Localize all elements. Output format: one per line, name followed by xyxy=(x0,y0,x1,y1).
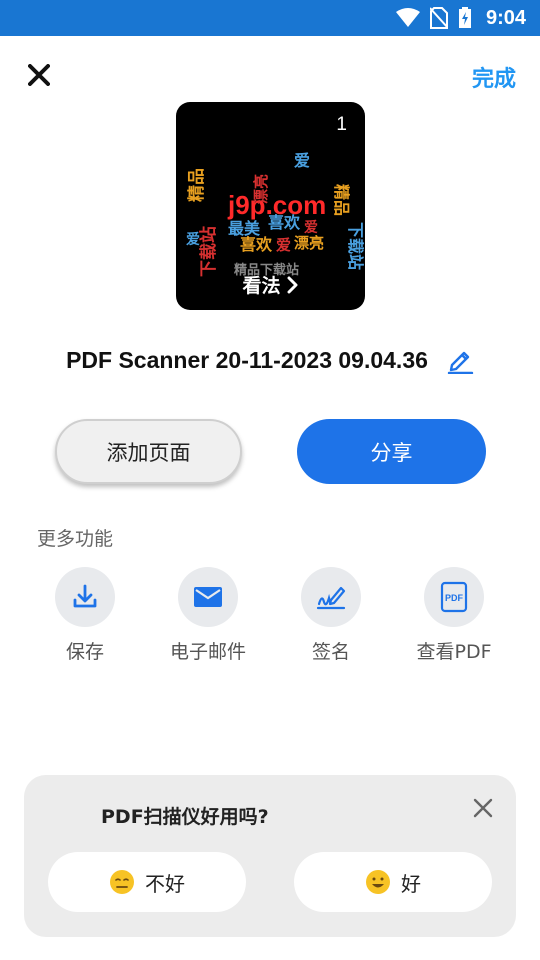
no-sim-icon xyxy=(429,7,448,29)
svg-text:PDF: PDF xyxy=(445,593,464,603)
document-title: PDF Scanner 20-11-2023 09.04.36 xyxy=(66,346,428,373)
happy-face-emoji-icon xyxy=(366,870,390,894)
cloud-word-xiazai-right: 下载站 xyxy=(346,222,365,270)
rating-card: PDF扫描仪好用吗? 不好 好 xyxy=(24,775,516,937)
rating-question: PDF扫描仪好用吗? xyxy=(101,806,269,828)
rating-good-button[interactable]: 好 xyxy=(294,852,492,912)
status-time: 9:04 xyxy=(485,6,526,29)
rating-bad-button[interactable]: 不好 xyxy=(48,852,246,912)
signature-icon-circle xyxy=(301,567,361,627)
status-icons: 9:04 xyxy=(395,0,526,36)
cloud-word-jingpin-right: 精品 xyxy=(332,184,351,216)
more-features-title: 更多功能 xyxy=(37,528,114,550)
cloud-word-piaoliang: 漂亮 xyxy=(252,174,270,204)
close-icon xyxy=(28,64,50,86)
save-label: 保存 xyxy=(65,641,104,663)
signature-button[interactable]: 签名 xyxy=(271,567,391,664)
rating-bad-label: 不好 xyxy=(145,871,185,896)
close-button[interactable] xyxy=(24,60,54,90)
edit-pencil-icon[interactable] xyxy=(446,346,474,374)
cloud-word-xihuan-2: 喜欢 xyxy=(240,235,273,254)
chevron-right-icon xyxy=(287,276,297,293)
email-icon-circle xyxy=(178,567,238,627)
page-thumbnail[interactable]: 精品 下载站 j9p.com 最美 喜欢 喜欢 爱 漂亮 爱 漂亮 精品 下载站… xyxy=(176,102,365,310)
signature-icon xyxy=(316,586,346,610)
cloud-word-ai-right: 爱 xyxy=(304,220,318,236)
wifi-icon xyxy=(395,8,420,27)
cloud-word-ai-left: 爱 xyxy=(186,232,200,248)
email-button[interactable]: 电子邮件 xyxy=(148,567,268,664)
cloud-word-xiazai-left: 下载站 xyxy=(198,226,219,277)
signature-label: 签名 xyxy=(311,641,350,663)
cloud-word-xihuan: 喜欢 xyxy=(268,213,301,232)
view-pdf-icon-circle: PDF xyxy=(424,567,484,627)
view-pdf-button[interactable]: PDF 查看PDF xyxy=(394,567,514,664)
neutral-face-emoji-icon xyxy=(110,870,134,894)
mail-icon xyxy=(194,587,222,607)
status-bar: 9:04 xyxy=(0,0,540,36)
pdf-icon: PDF xyxy=(440,581,468,613)
email-label: 电子邮件 xyxy=(169,641,246,663)
view-pdf-label: 查看PDF xyxy=(416,641,492,663)
page-number: 1 xyxy=(336,114,347,135)
view-button[interactable]: 看法 xyxy=(176,271,365,298)
cloud-word-piaoliang-2: 漂亮 xyxy=(294,234,324,252)
done-button[interactable]: 完成 xyxy=(472,61,516,93)
battery-charging-icon xyxy=(458,7,471,28)
download-icon xyxy=(73,584,97,608)
add-page-button[interactable]: 添加页面 xyxy=(55,419,242,484)
close-icon[interactable] xyxy=(472,797,494,819)
share-button[interactable]: 分享 xyxy=(297,419,486,484)
save-button[interactable]: 保存 xyxy=(25,567,145,664)
cloud-word-ai-mid: 爱 xyxy=(276,236,291,254)
rating-good-label: 好 xyxy=(401,871,421,896)
view-label: 看法 xyxy=(242,275,281,297)
cloud-word-jingpin-left: 精品 xyxy=(186,168,207,202)
cloud-word-ai-top: 爱 xyxy=(294,151,310,170)
document-title-row: PDF Scanner 20-11-2023 09.04.36 xyxy=(0,346,540,374)
save-icon-circle xyxy=(55,567,115,627)
